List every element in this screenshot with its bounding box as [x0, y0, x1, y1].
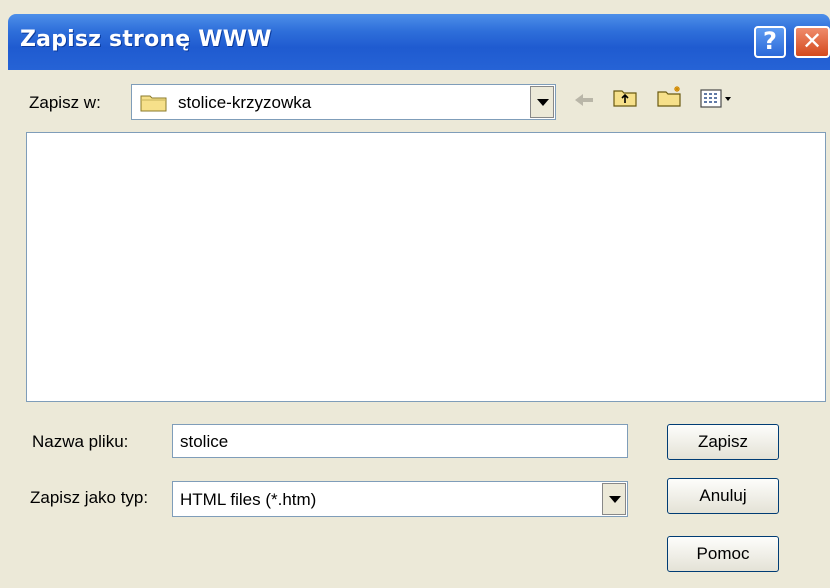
filetype-value: HTML files (*.htm) [180, 490, 317, 509]
folder-icon [140, 95, 167, 112]
view-menu-icon[interactable] [700, 89, 734, 109]
filetype-combo[interactable]: HTML files (*.htm) [172, 481, 628, 517]
save-in-dropdown-arrow[interactable] [530, 86, 554, 118]
title-bar[interactable]: Zapisz stronę WWW ? ✕ [8, 14, 830, 70]
new-folder-icon[interactable] [656, 84, 684, 108]
up-folder-icon[interactable] [612, 86, 638, 108]
file-list[interactable] [26, 132, 826, 402]
filetype-dropdown-arrow[interactable] [602, 483, 626, 515]
window-title: Zapisz stronę WWW [20, 27, 272, 52]
save-in-combo[interactable]: stolice-krzyzowka [131, 84, 556, 120]
filename-label: Nazwa pliku: [32, 432, 129, 451]
cancel-button[interactable]: Anuluj [667, 478, 779, 514]
save-dialog: Zapisz stronę WWW ? ✕ Zapisz w: stolice-… [0, 0, 830, 588]
help-button[interactable]: ? [754, 26, 786, 58]
save-in-label: Zapisz w: [29, 93, 101, 112]
filename-input[interactable]: stolice [172, 424, 628, 458]
back-arrow-icon[interactable] [572, 90, 596, 110]
save-button[interactable]: Zapisz [667, 424, 779, 460]
filetype-label: Zapisz jako typ: [30, 488, 149, 507]
help-dialog-button[interactable]: Pomoc [667, 536, 779, 572]
close-button[interactable]: ✕ [794, 26, 830, 58]
save-in-value: stolice-krzyzowka [178, 93, 312, 112]
